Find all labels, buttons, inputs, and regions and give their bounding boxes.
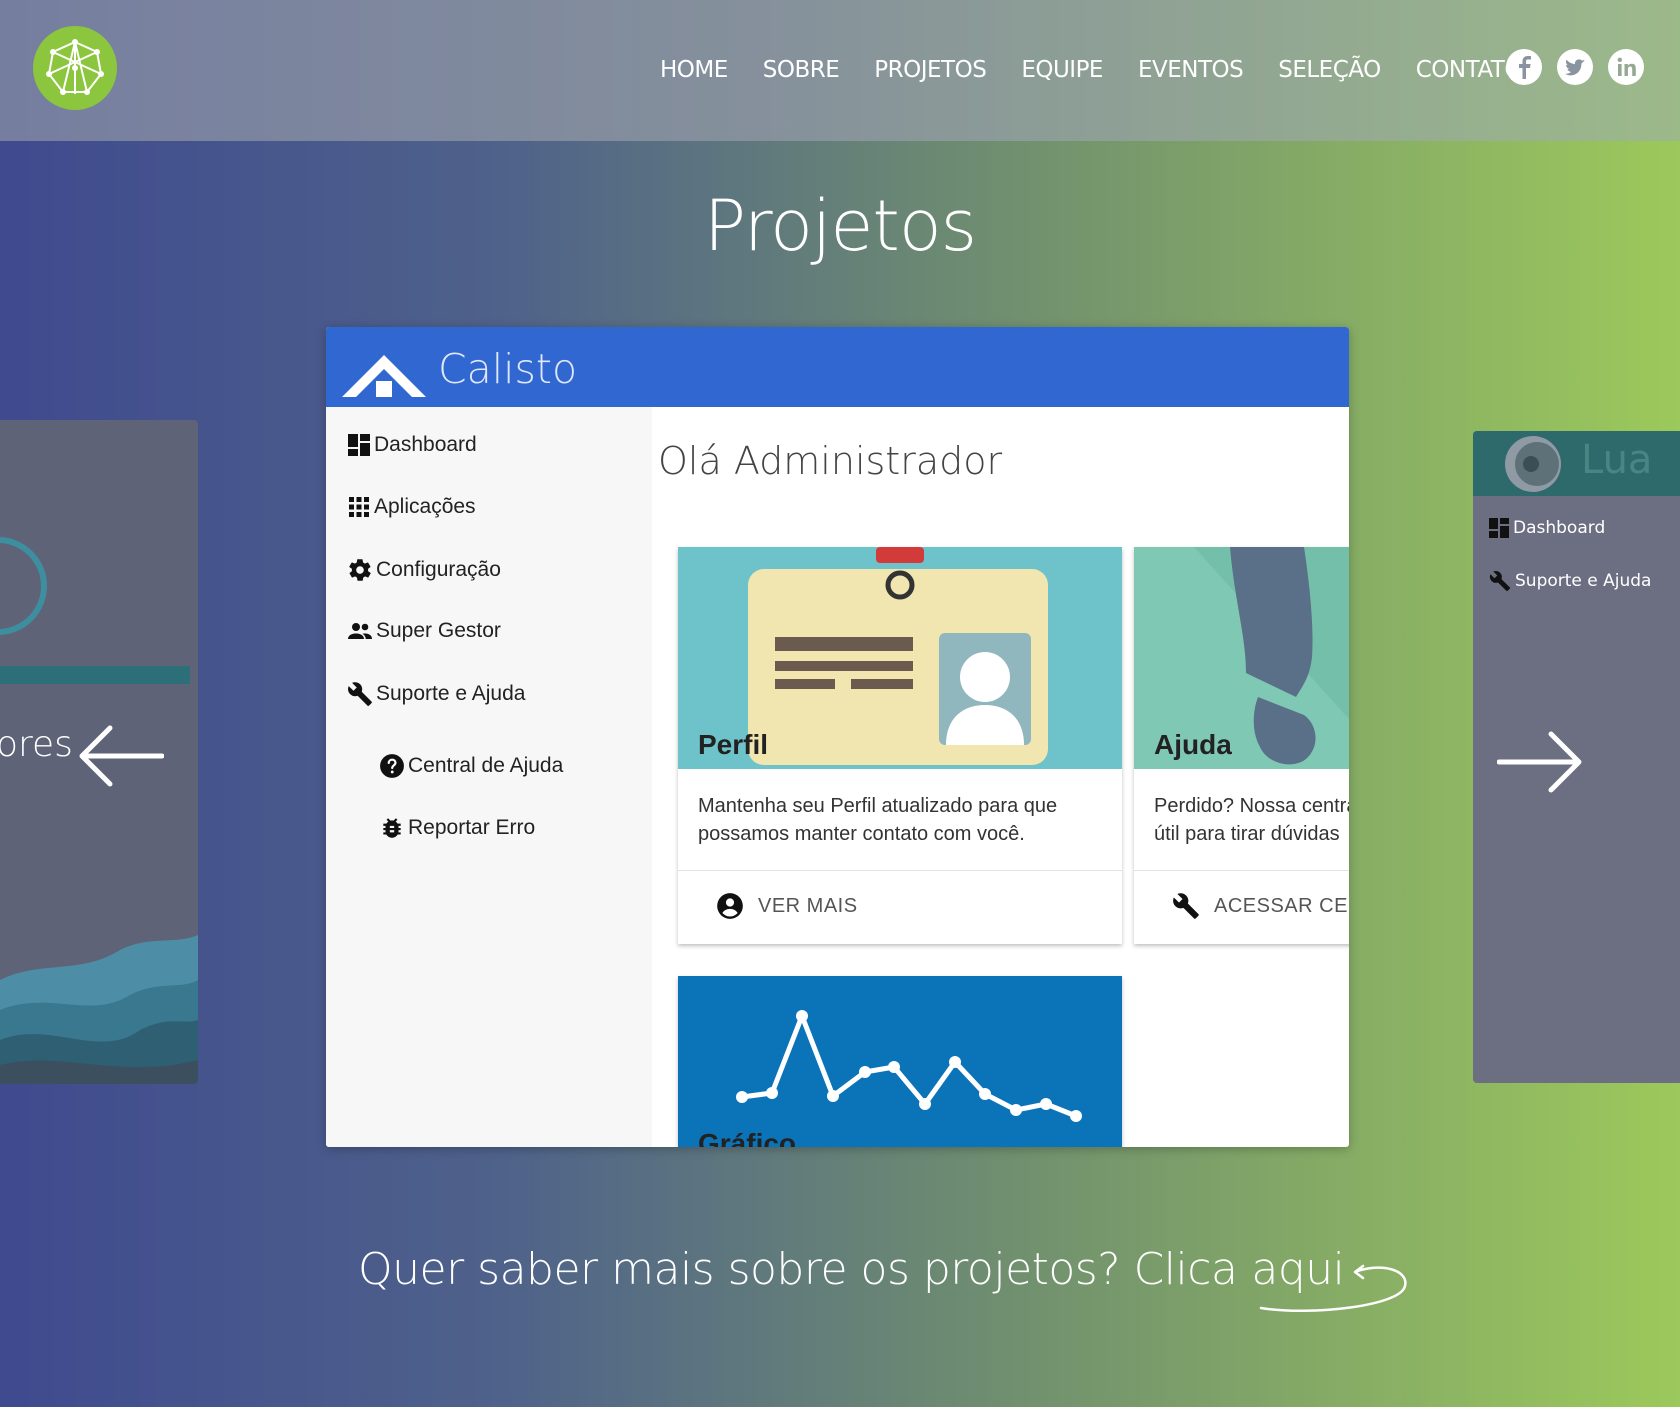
sidebar-subitem-reportar-erro[interactable]: Reportar Erro [379, 815, 535, 841]
greeting-heading: Olá Administrador [658, 439, 1003, 483]
tile-grafico-title: Gráfico [698, 1128, 797, 1147]
moon-icon [1505, 436, 1561, 492]
nav-selecao[interactable]: SELEÇÃO [1278, 57, 1381, 83]
linkedin-icon[interactable] [1607, 48, 1645, 86]
tile-grafico-image [678, 976, 1122, 1147]
wrench-icon [1489, 571, 1511, 592]
sidebar-item-suporte[interactable]: Suporte e Ajuda [347, 681, 525, 707]
carousel-prev-button[interactable] [78, 722, 165, 794]
cta-text: Quer saber mais sobre os projetos? Clica [358, 1244, 1238, 1295]
nav-projetos[interactable]: PROJETOS [874, 57, 987, 83]
nav-eventos[interactable]: EVENTOS [1138, 57, 1244, 83]
swirl-arrow-icon [1260, 1264, 1407, 1313]
wrench-icon [1173, 893, 1199, 919]
site-header: HOME SOBRE PROJETOS EQUIPE EVENTOS SELEÇ… [0, 0, 1680, 141]
social-links [1505, 48, 1645, 86]
tile-ajuda-action[interactable]: ACESSAR CEN [1172, 892, 1349, 920]
section-title: Projetos [703, 185, 977, 267]
carousel-next-button[interactable] [1496, 728, 1583, 800]
house-logo-icon [342, 355, 426, 397]
apps-grid-icon [349, 497, 369, 517]
app-bar: Calisto [326, 327, 1349, 407]
wrench-icon [348, 682, 372, 706]
next-card-header: Lua [1473, 431, 1680, 496]
tile-perfil: Perfil Mantenha seu Perfil atualizado pa… [678, 547, 1122, 944]
nav-home[interactable]: HOME [660, 57, 728, 83]
tile-divider [678, 870, 1122, 871]
network-logo-icon [46, 39, 104, 95]
bug-icon [383, 818, 401, 838]
tile-ajuda-desc: Perdido? Nossa centra útil para tirar dú… [1154, 795, 1349, 845]
dashboard-icon [348, 434, 370, 456]
prev-card-peek-text: ores [0, 724, 73, 765]
app-title: Calisto [438, 345, 578, 393]
twitter-icon[interactable] [1556, 48, 1594, 86]
next-card-title: Lua [1581, 437, 1653, 483]
main-nav: HOME SOBRE PROJETOS EQUIPE EVENTOS SELEÇ… [660, 52, 1552, 88]
help-icon [380, 754, 404, 778]
sidebar-item-configuracao[interactable]: Configuração [347, 557, 501, 583]
tile-perfil-title: Perfil [698, 729, 769, 760]
gear-icon [349, 559, 371, 581]
arrow-left-icon [79, 725, 165, 787]
line-chart-icon [736, 1010, 1082, 1122]
next-card-item-suporte: Suporte e Ajuda [1489, 570, 1651, 592]
tile-grafico: Gráfico [678, 976, 1122, 1147]
site-logo[interactable] [33, 26, 117, 110]
app-sidebar: Dashboard Aplicações Configuração Super … [326, 407, 652, 1147]
cta-link[interactable]: aqui [1251, 1244, 1407, 1313]
people-icon [348, 623, 372, 639]
nav-sobre[interactable]: SOBRE [763, 57, 840, 83]
nav-equipe[interactable]: EQUIPE [1021, 57, 1103, 83]
sidebar-subitem-central-ajuda[interactable]: Central de Ajuda [379, 753, 563, 779]
sidebar-item-super-gestor[interactable]: Super Gestor [347, 619, 501, 643]
tile-ajuda: Ajuda Perdido? Nossa centra útil para ti… [1134, 547, 1349, 944]
dashboard-icon [1489, 518, 1509, 538]
projects-cta: Quer saber mais sobre os projetos? Clica… [358, 1244, 1407, 1313]
account-circle-icon [717, 893, 743, 919]
carousel-current-card[interactable]: Calisto Dashboard Aplicações Configuraçã… [326, 327, 1349, 1147]
arrow-right-icon [1496, 731, 1582, 793]
next-card-item-dashboard: Dashboard [1489, 518, 1605, 538]
tile-ajuda-title: Ajuda [1154, 729, 1232, 760]
facebook-icon[interactable] [1505, 48, 1543, 86]
tile-perfil-desc: Mantenha seu Perfil atualizado para que … [698, 795, 1058, 845]
tile-divider [1134, 870, 1349, 871]
tile-perfil-action[interactable]: VER MAIS [716, 892, 858, 920]
sidebar-item-aplicacoes[interactable]: Aplicações [347, 495, 476, 519]
sidebar-item-dashboard[interactable]: Dashboard [347, 433, 477, 457]
